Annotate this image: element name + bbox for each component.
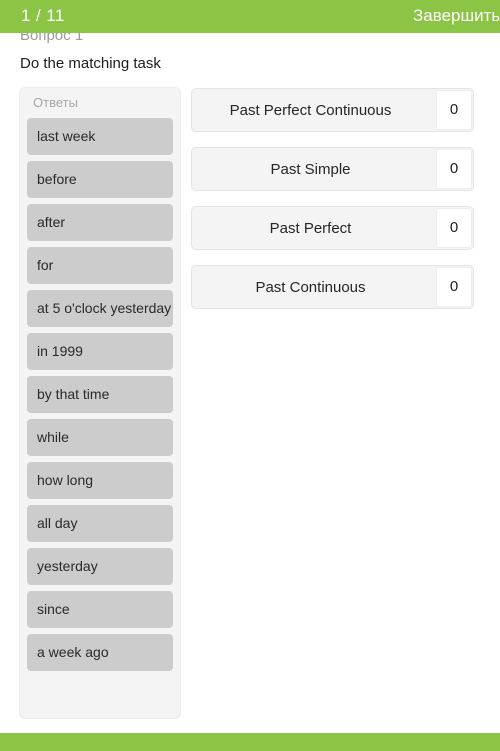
match-target-label: Past Simple (270, 161, 351, 178)
match-target[interactable]: Past Perfect 0 (191, 206, 474, 250)
match-target-label: Past Perfect Continuous (229, 102, 392, 119)
answer-chip[interactable]: by that time (27, 376, 173, 413)
answer-chip[interactable]: before (27, 161, 173, 198)
finish-test-button[interactable]: Завершить (413, 3, 500, 29)
answer-chip[interactable]: a week ago (27, 634, 173, 671)
match-target-count: 0 (436, 149, 472, 189)
answer-chip[interactable]: how long (27, 462, 173, 499)
progress-counter: 1 / 11 (21, 6, 65, 25)
answer-chip[interactable]: at 5 o'clock yesterday (27, 290, 173, 327)
match-target[interactable]: Past Perfect Continuous 0 (191, 88, 474, 132)
answer-chip[interactable]: yesterday (27, 548, 173, 585)
match-target-label: Past Continuous (255, 279, 366, 296)
match-target[interactable]: Past Simple 0 (191, 147, 474, 191)
app-bar: 1 / 11 Завершить (0, 0, 500, 33)
match-target[interactable]: Past Continuous 0 (191, 265, 474, 309)
answer-chip[interactable]: in 1999 (27, 333, 173, 370)
answers-panel-title: Ответы (33, 95, 78, 110)
match-target-count: 0 (436, 90, 472, 130)
answers-list: last week before after for at 5 o'clock yest… (27, 118, 173, 677)
answer-chip[interactable]: while (27, 419, 173, 456)
match-target-count: 0 (436, 267, 472, 307)
bottom-bar (0, 733, 500, 751)
match-target-count: 0 (436, 208, 472, 248)
answers-panel[interactable]: Ответы last week before after for at 5 o'clo… (20, 88, 180, 718)
answer-chip[interactable]: since (27, 591, 173, 628)
answer-chip[interactable]: all day (27, 505, 173, 542)
match-targets-column: Past Perfect Continuous 0 Past Simple 0 Past… (191, 88, 474, 324)
answer-chip[interactable]: after (27, 204, 173, 241)
match-target-label: Past Perfect (269, 220, 352, 237)
question-prompt: Do the matching task (20, 55, 161, 72)
answer-chip[interactable]: for (27, 247, 173, 284)
answer-chip[interactable]: last week (27, 118, 173, 155)
